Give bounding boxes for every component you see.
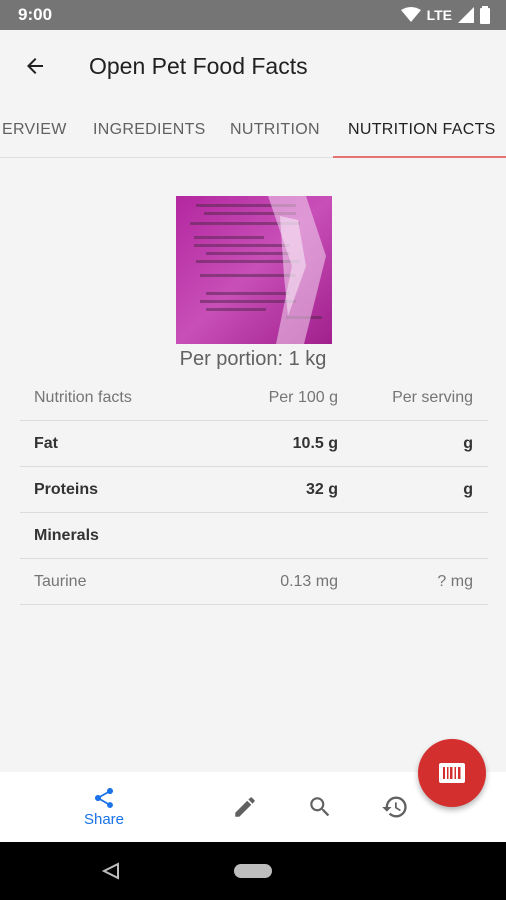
header-per-serving: Per serving (392, 388, 473, 406)
table-row-proteins: Proteins 32 g g (20, 467, 488, 513)
history-icon (382, 796, 407, 818)
nutrient-per-100g: 0.13 mg (280, 572, 338, 590)
nutrient-per-100g: 10.5 g (292, 434, 338, 452)
barcode-icon (439, 763, 465, 783)
tab-ingredients[interactable]: INGREDIENTS (93, 102, 206, 158)
status-icons: LTE (400, 6, 490, 24)
system-nav-bar (0, 842, 506, 900)
nutrient-name: Taurine (34, 572, 87, 590)
nutrient-name: Proteins (34, 480, 99, 498)
nutrient-per-100g: 32 g (305, 480, 338, 498)
app-bar: Open Pet Food Facts (0, 30, 506, 102)
nutrient-name: Minerals (34, 526, 99, 544)
status-time: 9:00 (18, 5, 53, 24)
edit-icon (235, 797, 255, 817)
network-label: LTE (426, 7, 452, 23)
share-button[interactable]: Share (74, 772, 134, 842)
nutrient-per-serving: g (463, 434, 473, 452)
tab-overview[interactable]: ERVIEW (2, 102, 67, 158)
table-row-minerals: Minerals (20, 513, 488, 559)
system-back-icon[interactable] (102, 862, 120, 880)
app-title: Open Pet Food Facts (89, 52, 308, 79)
table-row-fat: Fat 10.5 g g (20, 421, 488, 467)
edit-button[interactable] (222, 772, 268, 842)
search-icon (310, 797, 330, 817)
header-per-100g: Per 100 g (268, 388, 338, 406)
battery-icon (480, 6, 490, 24)
nutrition-table: Nutrition facts Per 100 g Per serving Fa… (20, 375, 488, 605)
table-row-taurine: Taurine 0.13 mg ? mg (20, 559, 488, 605)
nutrient-per-serving: ? mg (437, 572, 473, 590)
history-button[interactable] (372, 772, 418, 842)
scan-barcode-button[interactable] (418, 739, 486, 807)
back-button[interactable] (0, 30, 70, 102)
table-header-row: Nutrition facts Per 100 g Per serving (20, 375, 488, 421)
header-nutrition-facts: Nutrition facts (34, 388, 132, 406)
back-arrow-icon (27, 58, 43, 74)
nutrition-facts-content: Per portion: 1 kg Nutrition facts Per 10… (0, 158, 506, 772)
system-home-pill[interactable] (234, 864, 272, 878)
share-icon (95, 788, 113, 808)
portion-label: Per portion: 1 kg (179, 348, 327, 370)
tab-nutrition-facts[interactable]: NUTRITION FACTS (348, 102, 496, 158)
nutrient-name: Fat (34, 434, 58, 452)
signal-icon (458, 7, 474, 23)
product-image[interactable] (176, 196, 332, 344)
tab-nutrition[interactable]: NUTRITION (230, 102, 320, 158)
status-bar: 9:00 LTE (0, 0, 506, 30)
wifi-icon (400, 7, 421, 22)
share-label: Share (83, 811, 125, 828)
search-button[interactable] (297, 772, 343, 842)
tab-bar: ERVIEW INGREDIENTS NUTRITION NUTRITION F… (0, 102, 506, 158)
nutrient-per-serving: g (463, 480, 473, 498)
